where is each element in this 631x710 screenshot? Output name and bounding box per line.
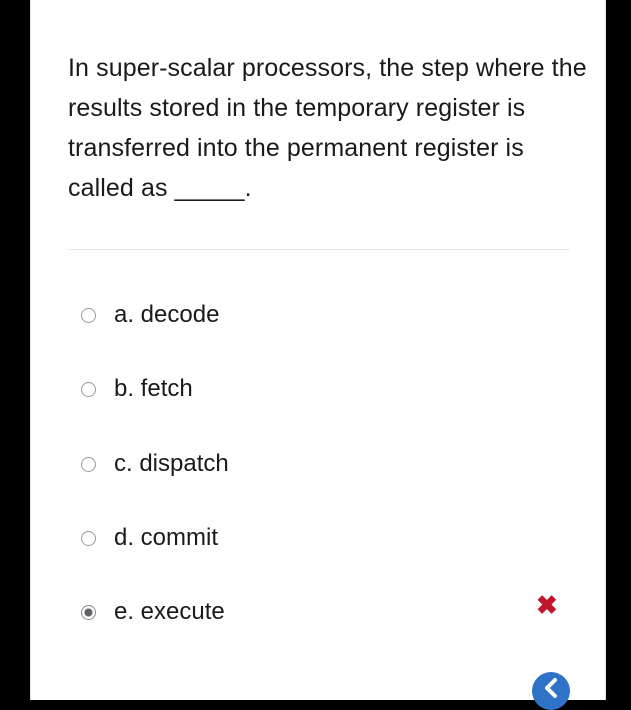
radio-option-d[interactable] <box>81 530 96 546</box>
option-a-label: a. decode <box>114 301 220 328</box>
screen: In super-scalar processors, the step whe… <box>0 0 631 710</box>
option-c-label: c. dispatch <box>114 450 229 477</box>
option-c[interactable]: c. dispatch <box>81 444 229 484</box>
option-d-label: d. commit <box>114 524 219 551</box>
radio-option-e-selected[interactable] <box>81 604 96 620</box>
option-e-label: e. execute <box>114 598 225 625</box>
option-a[interactable]: a. decode <box>81 295 219 335</box>
divider <box>68 249 570 250</box>
navigation-arrow-button[interactable] <box>532 672 570 710</box>
radio-option-b[interactable] <box>81 381 96 397</box>
option-b[interactable]: b. fetch <box>81 369 193 409</box>
question-text: In super-scalar processors, the step whe… <box>68 54 587 202</box>
option-e[interactable]: e. execute <box>81 592 225 632</box>
option-d[interactable]: d. commit <box>81 518 218 558</box>
radio-option-c[interactable] <box>81 456 96 472</box>
chevron-left-icon <box>545 678 557 698</box>
radio-option-a[interactable] <box>81 307 96 323</box>
incorrect-x-icon: ✖ <box>536 590 558 620</box>
option-b-label: b. fetch <box>114 375 193 402</box>
question-card: In super-scalar processors, the step whe… <box>30 0 606 710</box>
